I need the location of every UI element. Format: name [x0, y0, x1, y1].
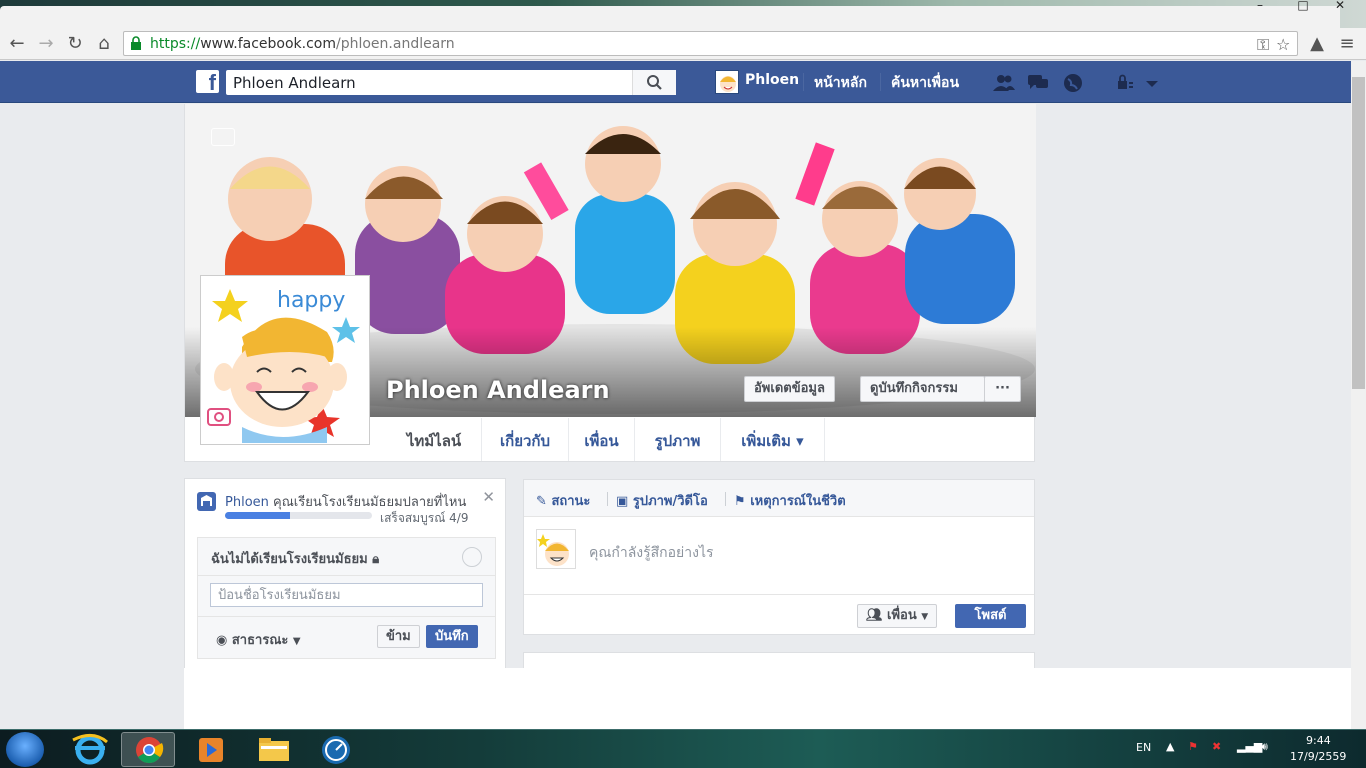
- home-link[interactable]: หน้าหลัก: [814, 72, 867, 94]
- tab-timeline[interactable]: ไทม์ไลน์: [387, 418, 482, 461]
- extension-icon[interactable]: ▲: [1305, 32, 1329, 56]
- browser-toolbar: ← → ↻ ⌂ https://www.facebook.com/phloen.…: [0, 28, 1366, 60]
- privacy-selector[interactable]: ◉ สาธารณะ ▼: [216, 629, 301, 650]
- header-avatar[interactable]: [715, 70, 739, 94]
- composer-tab-status[interactable]: ✎ สถานะ: [536, 490, 590, 511]
- profile-progress-bar: [225, 512, 372, 519]
- show-hidden-icons[interactable]: ▲: [1166, 740, 1174, 753]
- notifications-globe-icon[interactable]: [1062, 73, 1084, 93]
- camera-icon: ▣: [616, 494, 629, 509]
- nav-divider: [880, 73, 881, 91]
- composer-tabs: ✎ สถานะ ▣ รูปภาพ/วิดีโอ ⚑ เหตุการณ์ในชีว…: [524, 480, 1034, 517]
- maximize-button[interactable]: □: [1288, 0, 1318, 11]
- ie-taskbar-icon[interactable]: [63, 732, 117, 767]
- school-icon: [197, 492, 216, 511]
- media-player-taskbar-icon[interactable]: [184, 732, 238, 767]
- tab-photos[interactable]: รูปภาพ: [635, 418, 721, 461]
- gauge-app-taskbar-icon[interactable]: [309, 732, 363, 767]
- camera-icon[interactable]: [211, 128, 235, 146]
- profile-name[interactable]: Phloen Andlearn: [386, 376, 610, 404]
- post-button[interactable]: โพสต์: [955, 604, 1026, 628]
- profile-header: Phloen Andlearn อัพเดตข้อมูล ดูบันทึกกิจ…: [184, 104, 1036, 462]
- scrollbar-thumb[interactable]: [1352, 77, 1365, 389]
- account-menu-arrow-icon[interactable]: [1141, 73, 1163, 93]
- chrome-menu-icon[interactable]: ≡: [1335, 32, 1359, 56]
- search-box[interactable]: [226, 70, 676, 95]
- search-input[interactable]: [226, 70, 632, 95]
- windows-taskbar: EN ▲ ⚑ ✖ ▂▄▆ 🔊︎ 9:44 17/9/2559: [0, 729, 1366, 768]
- file-explorer-taskbar-icon[interactable]: [247, 732, 301, 767]
- tab-friends[interactable]: เพื่อน: [569, 418, 635, 461]
- network-icon[interactable]: ▂▄▆: [1237, 740, 1262, 753]
- messages-icon[interactable]: [1027, 73, 1049, 93]
- profile-picture-illustration: happy: [202, 277, 368, 443]
- key-icon[interactable]: ⚿: [1257, 35, 1269, 55]
- chevron-down-icon: ▼: [292, 636, 301, 647]
- update-info-button[interactable]: อัพเดตข้อมูล: [744, 376, 835, 402]
- url-text: https://www.facebook.com/phloen.andlearn: [150, 36, 455, 52]
- no-high-school-label[interactable]: ฉันไม่ได้เรียนโรงเรียนมัธยม 🔒︎: [211, 548, 379, 569]
- lock-icon: [131, 36, 141, 50]
- clock-time[interactable]: 9:44: [1306, 734, 1331, 747]
- volume-icon[interactable]: 🔊︎: [1261, 740, 1268, 754]
- search-button[interactable]: [632, 70, 676, 95]
- back-icon[interactable]: ←: [5, 32, 29, 56]
- security-icon[interactable]: ✖: [1212, 740, 1221, 753]
- composer-input[interactable]: คุณกำลังรู้สึกอย่างไร: [589, 542, 714, 564]
- start-button[interactable]: [6, 732, 44, 767]
- globe-icon: ◉: [216, 633, 228, 648]
- composer-footer: 👥︎ เพื่อน ▼ โพสต์: [524, 594, 1034, 634]
- profile-picture[interactable]: happy: [200, 275, 370, 445]
- close-icon[interactable]: ✕: [482, 488, 495, 506]
- composer-avatar: [536, 529, 576, 569]
- nav-divider: [803, 73, 804, 91]
- bookmark-star-icon[interactable]: ☆: [1276, 35, 1290, 54]
- chevron-down-icon: ▼: [921, 612, 929, 622]
- facebook-logo[interactable]: f: [196, 70, 219, 95]
- school-form: ฉันไม่ได้เรียนโรงเรียนมัธยม 🔒︎ ◉ สาธารณะ…: [197, 537, 496, 659]
- pencil-icon: ✎: [536, 494, 547, 509]
- close-button[interactable]: ✕: [1325, 0, 1355, 11]
- happy-text: happy: [277, 288, 345, 313]
- profile-link[interactable]: Phloen: [745, 72, 799, 88]
- language-indicator[interactable]: EN: [1136, 741, 1151, 754]
- school-name-input[interactable]: [210, 583, 483, 607]
- browser-tab-strip: [0, 6, 1340, 28]
- progress-text: เสร็จสมบูรณ์ 4/9: [380, 511, 469, 525]
- more-options-button[interactable]: ···: [984, 376, 1021, 402]
- lock-icon: 🔒︎: [372, 552, 380, 567]
- forward-icon[interactable]: →: [34, 32, 58, 56]
- action-center-icon[interactable]: ⚑: [1188, 740, 1198, 753]
- composer-tab-life-event[interactable]: ⚑ เหตุการณ์ในชีวิต: [734, 490, 846, 511]
- flag-icon: ⚑: [734, 494, 746, 509]
- composer-tab-photo[interactable]: ▣ รูปภาพ/วิดีโอ: [616, 490, 708, 511]
- home-icon[interactable]: ⌂: [92, 32, 116, 56]
- activity-log-button[interactable]: ดูบันทึกกิจกรรม: [860, 376, 985, 402]
- reload-icon[interactable]: ↻: [63, 32, 87, 56]
- tab-more[interactable]: เพิ่มเติม ▾: [721, 418, 825, 461]
- clock-date[interactable]: 17/9/2559: [1290, 750, 1346, 763]
- privacy-shortcuts-icon[interactable]: [1117, 73, 1139, 93]
- minimize-button[interactable]: –: [1245, 0, 1275, 11]
- school-prompt-card: Phloen คุณเรียนโรงเรียนมัธยมปลายที่ไหน ✕…: [184, 478, 506, 668]
- browser-titlebar: – □ ✕: [0, 0, 1366, 28]
- search-icon: [647, 75, 662, 90]
- no-school-radio[interactable]: [462, 547, 482, 567]
- tab-about[interactable]: เกี่ยวกับ: [482, 418, 569, 461]
- friends-icon: 👥︎: [866, 608, 883, 623]
- friend-requests-icon[interactable]: [993, 73, 1015, 93]
- facebook-top-bar: f Phloen หน้าหลัก ค้นหาเพื่อน: [0, 61, 1351, 103]
- skip-button[interactable]: ข้าม: [377, 625, 420, 648]
- address-bar[interactable]: https://www.facebook.com/phloen.andlearn…: [123, 31, 1298, 56]
- save-button[interactable]: บันทึก: [426, 625, 478, 648]
- find-friends-link[interactable]: ค้นหาเพื่อน: [891, 72, 959, 94]
- page-bottom-area: [184, 668, 1351, 729]
- audience-selector[interactable]: 👥︎ เพื่อน ▼: [857, 604, 938, 628]
- chrome-taskbar-icon[interactable]: [121, 732, 175, 767]
- post-composer: ✎ สถานะ ▣ รูปภาพ/วิดีโอ ⚑ เหตุการณ์ในชีว…: [523, 479, 1035, 635]
